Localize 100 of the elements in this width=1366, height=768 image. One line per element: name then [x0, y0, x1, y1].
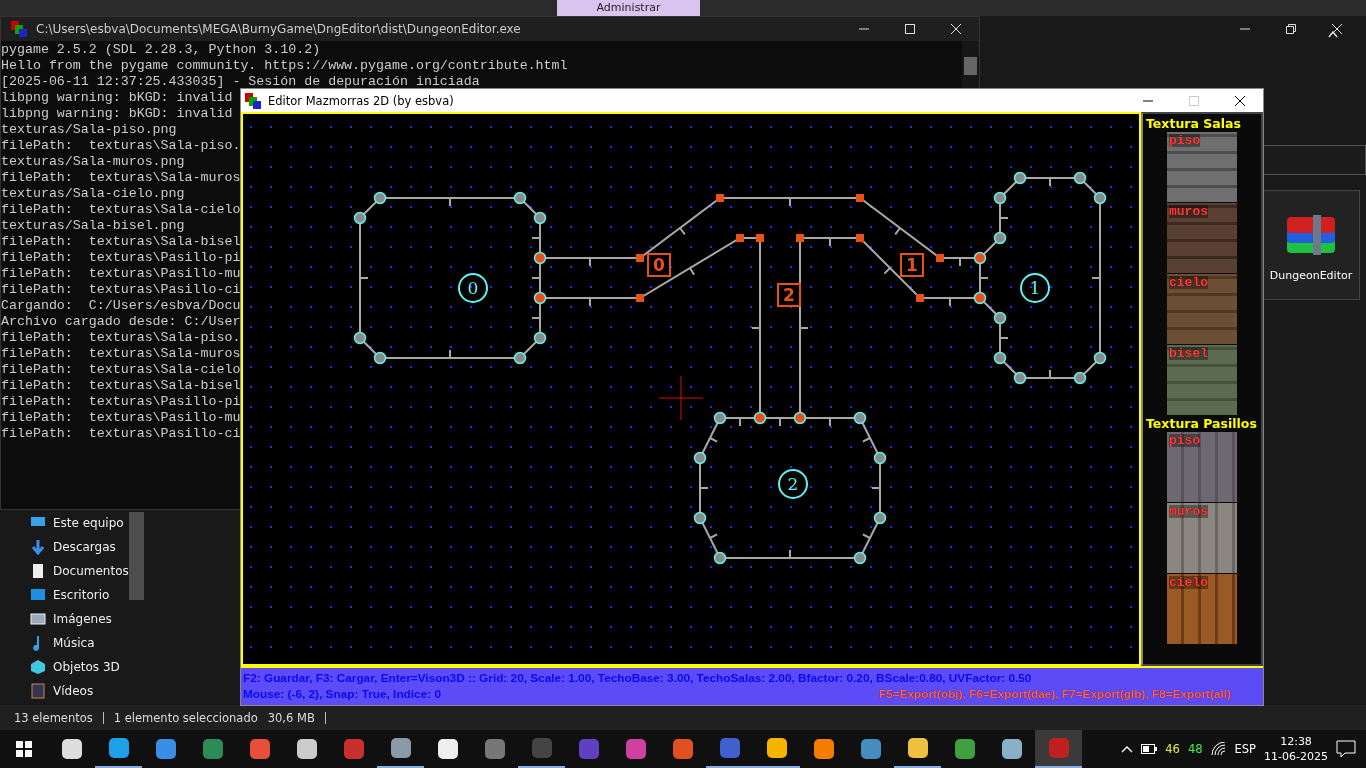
nav-item[interactable]: Objetos 3D [30, 655, 129, 679]
vertex-node[interactable] [513, 351, 527, 365]
app-icon [153, 737, 178, 761]
vertex-node[interactable] [713, 411, 727, 425]
map-canvas[interactable]: 0 1 2 0 1 2 [241, 112, 1141, 666]
restore-icon [1286, 24, 1296, 34]
vertex-node[interactable] [533, 331, 547, 345]
corridor-node[interactable] [636, 294, 644, 302]
export-shortcuts: F5=Export(obj), F6=Export(dae), F7=Export(glb), F8=Export(all) [879, 686, 1232, 702]
app-icon [435, 737, 460, 761]
vertex-node[interactable] [993, 191, 1007, 205]
corridor-node[interactable] [716, 194, 724, 202]
console-line: filePath: texturas\Sala-bisel [1, 234, 241, 250]
desktop-icon [30, 587, 46, 603]
scrollbar-thumb[interactable] [964, 57, 977, 75]
app-icon [106, 736, 131, 760]
vertex-node[interactable] [1093, 191, 1107, 205]
vertex-node[interactable] [993, 231, 1007, 245]
vertex-node[interactable] [353, 211, 367, 225]
app-icon [1046, 736, 1071, 760]
console-line: filePath: texturas\Sala-cielo [1, 362, 241, 378]
texture-label: piso [1169, 134, 1201, 147]
corridor-node[interactable] [936, 254, 944, 262]
status-text: F2: Guardar, F3: Cargar, Enter=Vison3D :: Grid: 20, Scale: 1.00, TechoBase: 3.00, TechoSalas: 2.00, Bfactor: 0.20, BScale:0.80, UVFactor: 0.50 [243, 670, 1033, 686]
picture-icon [30, 611, 46, 627]
vertex-node[interactable] [873, 511, 887, 525]
vertex-node[interactable] [693, 511, 707, 525]
language-indicator[interactable]: ESP [1234, 742, 1257, 756]
vertex-node[interactable] [713, 551, 727, 565]
vertex-node[interactable] [1073, 171, 1087, 185]
room-number-badge: 2 [778, 469, 808, 499]
file-item[interactable]: DungeonEditor [1262, 190, 1360, 300]
corridor-node[interactable] [916, 294, 924, 302]
corridor-node[interactable] [756, 234, 764, 242]
vertex-node[interactable] [533, 211, 547, 225]
corridor-node[interactable] [856, 234, 864, 242]
vertex-node[interactable] [973, 251, 987, 265]
texture-swatch[interactable]: muros [1167, 203, 1237, 273]
cube-icon [30, 659, 46, 675]
vertex-node[interactable] [373, 351, 387, 365]
search-field[interactable] [1262, 145, 1366, 175]
corridor-number-badge: 1 [900, 253, 924, 277]
ribbon-tab[interactable]: Administrar [557, 0, 700, 16]
nav-item[interactable]: Este equipo [30, 511, 129, 535]
window-title: C:\Users\esbva\Documents\MEGA\BurnyGame\DngEditor\dist\DungeonEditor.exe [36, 22, 521, 36]
nav-item[interactable]: Descargas [30, 535, 129, 559]
notification-icon[interactable] [1336, 740, 1356, 758]
console-line: [2025-06-11 12:37:25.433035] - Sesión de depuración iniciada [1, 74, 480, 90]
vertex-node[interactable] [373, 191, 387, 205]
vertex-node[interactable] [993, 351, 1007, 365]
corridor-node[interactable] [636, 254, 644, 262]
app-icon [200, 737, 225, 761]
vertex-node[interactable] [1093, 351, 1107, 365]
vertex-node[interactable] [873, 451, 887, 465]
console-line: filePath: texturas\Pasillo-pi [1, 394, 241, 410]
vertex-node[interactable] [513, 191, 527, 205]
console-line: Hello from the pygame community. https://www.pygame.org/contribute.html [1, 58, 568, 74]
app-logo-icon [244, 91, 262, 110]
maximize-icon [1189, 95, 1199, 106]
clock[interactable]: 12:38 11-06-2025 [1264, 734, 1328, 764]
battery-icon[interactable] [1141, 744, 1158, 754]
vertex-node[interactable] [793, 411, 807, 425]
console-line: filePath: texturas\Sala-muros [1, 170, 241, 186]
section-title: Textura Salas [1145, 116, 1241, 131]
nav-item[interactable]: Música [30, 631, 129, 655]
app-icon [576, 737, 601, 761]
tray-reading: 46 [1165, 742, 1180, 756]
corridor-node[interactable] [856, 194, 864, 202]
vertex-node[interactable] [993, 311, 1007, 325]
app-icon [999, 737, 1024, 761]
vertex-node[interactable] [853, 411, 867, 425]
nav-item[interactable]: Escritorio [30, 583, 129, 607]
vertex-node[interactable] [1013, 171, 1027, 185]
corridor-node[interactable] [796, 234, 804, 242]
corridor-node[interactable] [736, 234, 744, 242]
status-text: Mouse: (-6, 2), Snap: True, Indice: 0 [243, 686, 441, 702]
windows-logo-icon [16, 741, 32, 757]
scrollbar[interactable] [129, 512, 144, 600]
vertex-node[interactable] [533, 291, 547, 305]
nav-item[interactable]: Vídeos [30, 679, 129, 703]
vertex-node[interactable] [1013, 371, 1027, 385]
console-line: Cargando: C:/Users/esbva/Docu [1, 298, 241, 314]
nav-item[interactable]: Documentos [30, 559, 129, 583]
console-line: filePath: texturas\Pasillo-pi [1, 250, 241, 266]
vertex-node[interactable] [1073, 371, 1087, 385]
vertex-node[interactable] [533, 251, 547, 265]
chevron-up-icon[interactable] [1328, 31, 1338, 38]
document-icon [30, 563, 46, 579]
vertex-node[interactable] [353, 331, 367, 345]
vertex-node[interactable] [693, 451, 707, 465]
wifi-icon[interactable] [1210, 742, 1227, 756]
vertex-node[interactable] [973, 291, 987, 305]
texture-label: cielo [1169, 276, 1208, 289]
down-arrow-icon [30, 539, 46, 555]
nav-item[interactable]: Imágenes [30, 607, 129, 631]
vertex-node[interactable] [753, 411, 767, 425]
app-icon [59, 737, 84, 761]
tray-reading: 48 [1187, 742, 1203, 756]
texture-label: piso [1169, 434, 1201, 447]
vertex-node[interactable] [853, 551, 867, 565]
